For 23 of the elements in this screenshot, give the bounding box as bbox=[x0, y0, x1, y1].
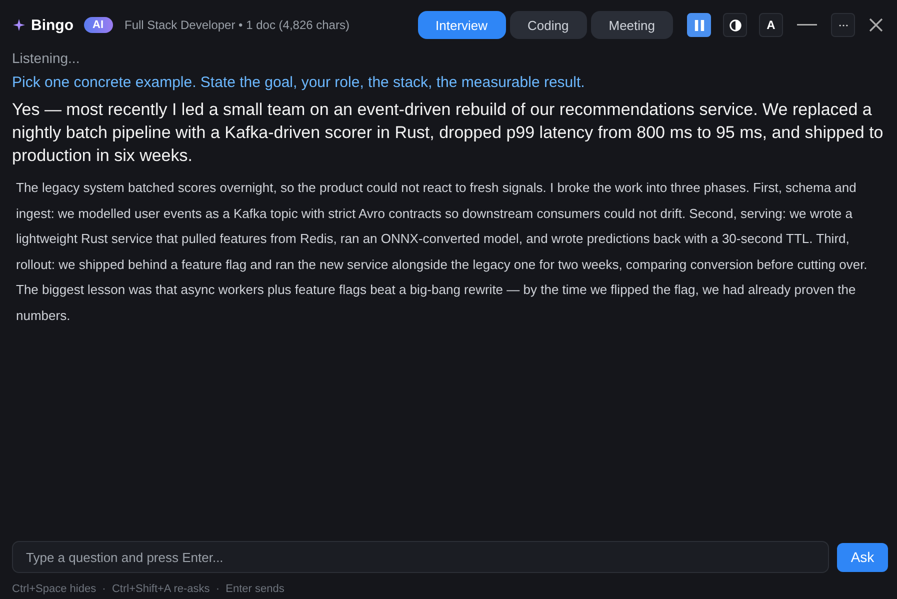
question-text: Pick one concrete example. State the goal, your role, the stack, the measurable result. bbox=[12, 74, 586, 91]
font-button[interactable]: A bbox=[759, 13, 783, 37]
pause-icon bbox=[694, 18, 704, 32]
shortcut-hints: Ctrl+Space hides · Ctrl+Shift+A re-asks · Enter sends bbox=[12, 583, 286, 595]
status-text: Listening... bbox=[12, 50, 81, 66]
minimize-icon bbox=[797, 23, 817, 27]
ask-button[interactable]: Ask bbox=[837, 542, 888, 572]
mode-tab[interactable]: Interview bbox=[418, 11, 506, 39]
more-icon bbox=[838, 24, 848, 26]
question-field[interactable]: Type a question and press Enter... bbox=[12, 541, 829, 573]
profile-info: Full Stack Developer • 1 doc (4,826 chars) bbox=[124, 18, 350, 32]
mode-tab[interactable]: Coding bbox=[510, 11, 587, 39]
theme-button[interactable] bbox=[723, 13, 747, 37]
pause-button[interactable] bbox=[687, 13, 711, 37]
close-button[interactable] bbox=[867, 16, 885, 34]
mode-tab[interactable]: Meeting bbox=[590, 11, 673, 39]
answer-detail: The legacy system batched scores overnight, so the product could not react to fresh signals. I broke the work into three phases. First, schema and ingest: we modelled user events as a Kafka topic with strict Avro contracts so downstream consumers could not drift. Second, serving: we wrote a lightweight Rust service that pulled features from Redis, ran an ONNX-converted model, and wrote predictions back with a 30-second TTL. Third, rollout: we shipped behind a feature flag and ran the new service alongside the legacy one for two weeks, comparing conversion before cutting over. The biggest lesson was that async workers plus feature flags beat a big-bang rewrite — by the time we flipped the flag, we had already proven the numbers. bbox=[15, 179, 868, 324]
close-icon bbox=[869, 18, 883, 32]
answer-text: Yes — most recently I led a small team on an event-driven rebuild of our recommendations service. We replaced a nightly batch pipeline with a Kafka-driven scorer in Rust, dropped p99 latency from 800 ms to 95 ms, and shipped to production in six weeks. bbox=[12, 99, 884, 167]
contrast-icon bbox=[728, 18, 742, 32]
ai-badge: AI bbox=[84, 17, 112, 33]
app-name: Bingo bbox=[31, 16, 74, 34]
sparkle-icon bbox=[13, 19, 25, 31]
